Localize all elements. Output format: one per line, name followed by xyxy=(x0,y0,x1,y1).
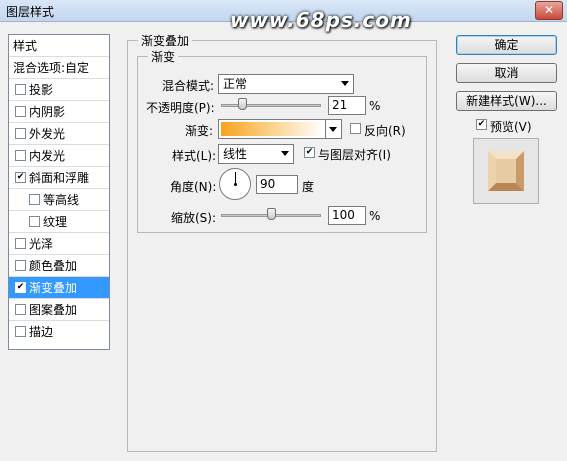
scale-label: 缩放(S): xyxy=(171,211,217,225)
drop-shadow-checkbox[interactable] xyxy=(15,84,26,95)
bevel-preview-icon xyxy=(488,151,524,191)
close-button[interactable]: ✕ xyxy=(535,1,563,20)
opacity-slider-thumb[interactable] xyxy=(237,98,247,110)
blend-mode-select[interactable]: 正常 xyxy=(218,74,354,94)
style-item-pattern-overlay[interactable]: 图案叠加 xyxy=(9,299,109,321)
angle-label: 角度(N): xyxy=(170,180,217,194)
inner-glow-checkbox[interactable] xyxy=(15,150,26,161)
inner-shadow-checkbox[interactable] xyxy=(15,106,26,117)
style-item-label: 投影 xyxy=(29,83,54,97)
style-item-label: 颜色叠加 xyxy=(29,259,78,273)
texture-checkbox[interactable] xyxy=(29,216,40,227)
style-item-inner-shadow[interactable]: 内阴影 xyxy=(9,101,109,123)
preview-label: 预览(V) xyxy=(490,120,532,134)
blend-options-item[interactable]: 混合选项:自定 xyxy=(9,57,109,79)
angle-unit: 度 xyxy=(302,180,315,194)
style-item-label: 等高线 xyxy=(43,193,80,207)
opacity-slider-track[interactable] xyxy=(221,104,321,107)
opacity-label: 不透明度(P): xyxy=(146,101,215,115)
window-title: 图层样式 xyxy=(6,5,55,19)
gradient-preview-bar[interactable] xyxy=(221,122,323,136)
style-item-gradient-overlay[interactable]: ✔ 渐变叠加 xyxy=(9,277,109,299)
style-item-texture[interactable]: 纹理 xyxy=(9,211,109,233)
opacity-unit: % xyxy=(369,99,381,113)
new-style-button[interactable]: 新建样式(W)... xyxy=(456,91,557,111)
opacity-input[interactable]: 21 xyxy=(328,96,366,115)
scale-slider-thumb[interactable] xyxy=(266,208,276,220)
blend-mode-value: 正常 xyxy=(223,77,248,91)
align-with-layer-label: 与图层对齐(I) xyxy=(318,148,391,162)
chevron-down-icon xyxy=(341,81,349,86)
style-item-label: 图案叠加 xyxy=(29,303,78,317)
style-item-contour[interactable]: 等高线 xyxy=(9,189,109,211)
style-item-label: 斜面和浮雕 xyxy=(29,171,90,185)
style-item-satin[interactable]: 光泽 xyxy=(9,233,109,255)
stroke-checkbox[interactable] xyxy=(15,326,26,337)
blend-mode-label: 混合模式: xyxy=(162,79,215,93)
style-preview-box xyxy=(473,138,539,204)
color-overlay-checkbox[interactable] xyxy=(15,260,26,271)
style-label: 样式(L): xyxy=(172,149,217,163)
reverse-label: 反向(R) xyxy=(364,124,406,138)
contour-checkbox[interactable] xyxy=(29,194,40,205)
style-item-label: 外发光 xyxy=(29,127,66,141)
style-item-outer-glow[interactable]: 外发光 xyxy=(9,123,109,145)
styles-header[interactable]: 样式 xyxy=(9,35,109,57)
style-item-label: 内发光 xyxy=(29,149,66,163)
style-item-bevel-emboss[interactable]: ✔ 斜面和浮雕 xyxy=(9,167,109,189)
style-item-label: 内阴影 xyxy=(29,105,66,119)
style-item-color-overlay[interactable]: 颜色叠加 xyxy=(9,255,109,277)
gradient-subgroup-title: 渐变 xyxy=(148,48,179,65)
chevron-down-icon xyxy=(329,127,337,132)
ok-button[interactable]: 确定 xyxy=(456,35,557,55)
angle-input[interactable]: 90 xyxy=(256,175,298,194)
gradient-overlay-title: 渐变叠加 xyxy=(138,32,193,49)
align-with-layer-checkbox[interactable]: ✔ xyxy=(304,147,315,158)
preview-checkbox[interactable]: ✔ xyxy=(476,119,487,130)
style-item-label: 描边 xyxy=(29,325,54,339)
gradient-overlay-checkbox[interactable]: ✔ xyxy=(15,282,26,293)
cancel-button[interactable]: 取消 xyxy=(456,63,557,83)
pattern-overlay-checkbox[interactable] xyxy=(15,304,26,315)
angle-dial[interactable] xyxy=(219,168,251,200)
style-item-label: 光泽 xyxy=(29,237,54,251)
bevel-emboss-checkbox[interactable]: ✔ xyxy=(15,172,26,183)
gradient-label: 渐变: xyxy=(185,124,214,138)
outer-glow-checkbox[interactable] xyxy=(15,128,26,139)
scale-input[interactable]: 100 xyxy=(328,206,366,225)
styles-list: 样式 混合选项:自定 投影 内阴影 外发光 内发光 ✔ 斜面和浮雕 等高线 纹理… xyxy=(8,34,110,350)
chevron-down-icon xyxy=(281,151,289,156)
scale-unit: % xyxy=(369,209,381,223)
angle-center-dot xyxy=(234,183,237,186)
style-item-drop-shadow[interactable]: 投影 xyxy=(9,79,109,101)
watermark: www.68ps.com xyxy=(230,8,412,32)
style-item-stroke[interactable]: 描边 xyxy=(9,321,109,343)
satin-checkbox[interactable] xyxy=(15,238,26,249)
gradient-picker[interactable] xyxy=(218,119,342,139)
style-item-inner-glow[interactable]: 内发光 xyxy=(9,145,109,167)
gradient-style-value: 线性 xyxy=(223,147,248,161)
style-item-label: 渐变叠加 xyxy=(29,281,78,295)
style-item-label: 纹理 xyxy=(43,215,68,229)
reverse-checkbox[interactable] xyxy=(350,123,361,134)
gradient-dropdown-button[interactable] xyxy=(325,120,341,138)
gradient-style-select[interactable]: 线性 xyxy=(218,144,294,164)
